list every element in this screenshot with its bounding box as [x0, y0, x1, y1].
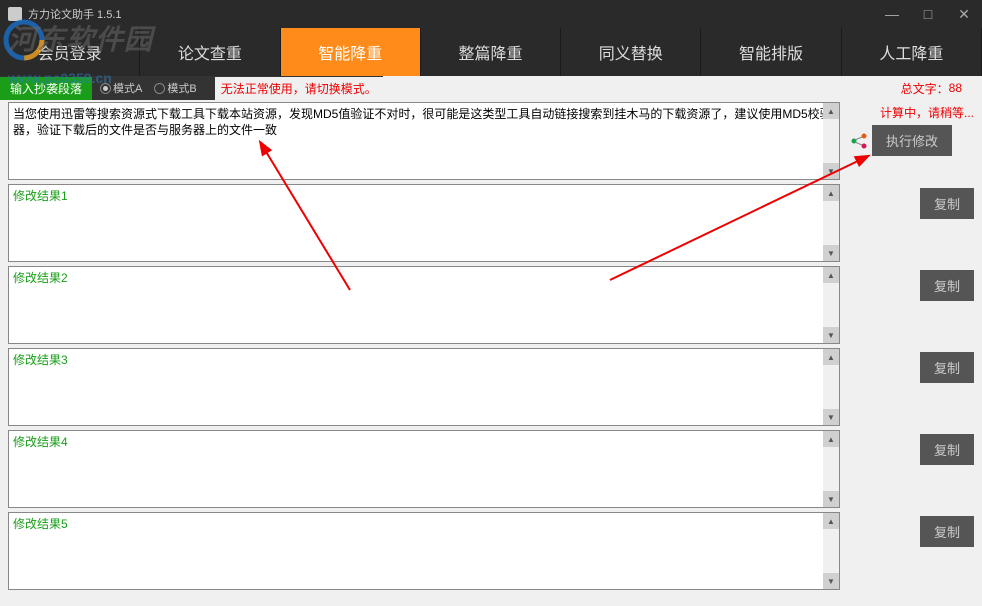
mode-a-radio[interactable]: 模式A [100, 80, 142, 96]
scrollbar-vertical[interactable]: ▲ ▼ [823, 185, 839, 261]
tab-synonym-replace[interactable]: 同义替换 [561, 28, 701, 76]
maximize-button[interactable]: □ [918, 6, 938, 23]
scroll-track[interactable] [823, 119, 839, 163]
main-area: 当您使用迅雷等搜索资源式下载工具下载本站资源，发现MD5值验证不对时，很可能是这… [0, 100, 982, 605]
tab-full-reduce[interactable]: 整篇降重 [421, 28, 561, 76]
scroll-track[interactable] [823, 201, 839, 245]
execute-button[interactable]: 执行修改 [872, 125, 952, 156]
close-button[interactable]: ✕ [954, 6, 974, 23]
toolbar-spacer [383, 76, 895, 100]
scroll-up-icon[interactable]: ▲ [823, 349, 839, 365]
result-label: 修改结果5 [9, 513, 839, 534]
tab-manual-reduce[interactable]: 人工降重 [842, 28, 982, 76]
scroll-up-icon[interactable]: ▲ [823, 431, 839, 447]
result-box-2[interactable]: 修改结果2 ▲ ▼ [8, 266, 840, 344]
scroll-down-icon[interactable]: ▼ [823, 491, 839, 507]
scroll-down-icon[interactable]: ▼ [823, 163, 839, 179]
scroll-up-icon[interactable]: ▲ [823, 103, 839, 119]
result-label: 修改结果4 [9, 431, 839, 452]
copy-button-5[interactable]: 复制 [920, 516, 974, 547]
scroll-down-icon[interactable]: ▼ [823, 245, 839, 261]
scroll-down-icon[interactable]: ▼ [823, 327, 839, 343]
share-icon [850, 132, 868, 150]
scroll-down-icon[interactable]: ▼ [823, 409, 839, 425]
input-paragraph-button[interactable]: 输入抄袭段落 [0, 77, 92, 100]
scrollbar-vertical[interactable]: ▲ ▼ [823, 513, 839, 589]
titlebar: 方力论文助手 1.5.1 — □ ✕ [0, 0, 982, 28]
result-box-1[interactable]: 修改结果1 ▲ ▼ [8, 184, 840, 262]
left-column: 当您使用迅雷等搜索资源式下载工具下载本站资源，发现MD5值验证不对时，很可能是这… [0, 100, 842, 605]
scrollbar-vertical[interactable]: ▲ ▼ [823, 431, 839, 507]
copy-button-4[interactable]: 复制 [920, 434, 974, 465]
toolbar: 输入抄袭段落 模式A 模式B 无法正常使用，请切换模式。 总文字：88 [0, 76, 982, 100]
result-box-3[interactable]: 修改结果3 ▲ ▼ [8, 348, 840, 426]
copy-button-1[interactable]: 复制 [920, 188, 974, 219]
scroll-up-icon[interactable]: ▲ [823, 267, 839, 283]
input-text-content: 当您使用迅雷等搜索资源式下载工具下载本站资源，发现MD5值验证不对时，很可能是这… [9, 103, 839, 141]
minimize-button[interactable]: — [882, 6, 902, 23]
tab-member-login[interactable]: 会员登录 [0, 28, 140, 76]
input-textarea[interactable]: 当您使用迅雷等搜索资源式下载工具下载本站资源，发现MD5值验证不对时，很可能是这… [8, 102, 840, 180]
scroll-down-icon[interactable]: ▼ [823, 573, 839, 589]
mode-group: 模式A 模式B [92, 80, 205, 96]
scroll-track[interactable] [823, 529, 839, 573]
radio-icon [100, 83, 111, 94]
result-box-4[interactable]: 修改结果4 ▲ ▼ [8, 430, 840, 508]
result-label: 修改结果2 [9, 267, 839, 288]
status-calculating: 计算中，请稍等... [850, 104, 974, 121]
window-controls: — □ ✕ [882, 6, 974, 23]
scrollbar-vertical[interactable]: ▲ ▼ [823, 349, 839, 425]
mode-a-label: 模式A [113, 80, 142, 96]
mode-b-radio[interactable]: 模式B [154, 80, 196, 96]
window-title: 方力论文助手 1.5.1 [28, 6, 122, 22]
result-label: 修改结果3 [9, 349, 839, 370]
scroll-track[interactable] [823, 365, 839, 409]
nav-tabs: 会员登录 论文查重 智能降重 整篇降重 同义替换 智能排版 人工降重 [0, 28, 982, 76]
tab-smart-layout[interactable]: 智能排版 [701, 28, 841, 76]
result-label: 修改结果1 [9, 185, 839, 206]
scrollbar-vertical[interactable]: ▲ ▼ [823, 267, 839, 343]
word-count: 总文字：88 [895, 76, 982, 100]
scroll-track[interactable] [823, 447, 839, 491]
tab-smart-reduce[interactable]: 智能降重 [281, 28, 421, 76]
radio-icon [154, 83, 165, 94]
copy-button-3[interactable]: 复制 [920, 352, 974, 383]
copy-button-2[interactable]: 复制 [920, 270, 974, 301]
result-box-5[interactable]: 修改结果5 ▲ ▼ [8, 512, 840, 590]
tab-paper-check[interactable]: 论文查重 [140, 28, 280, 76]
mode-warning: 无法正常使用，请切换模式。 [215, 77, 383, 100]
scrollbar-vertical[interactable]: ▲ ▼ [823, 103, 839, 179]
mode-b-label: 模式B [167, 80, 196, 96]
execute-row: 执行修改 [850, 125, 974, 156]
app-icon [8, 7, 22, 21]
scroll-up-icon[interactable]: ▲ [823, 185, 839, 201]
scroll-up-icon[interactable]: ▲ [823, 513, 839, 529]
right-column: 计算中，请稍等... 执行修改 复制 复制 复制 复制 复制 [842, 100, 982, 605]
scroll-track[interactable] [823, 283, 839, 327]
